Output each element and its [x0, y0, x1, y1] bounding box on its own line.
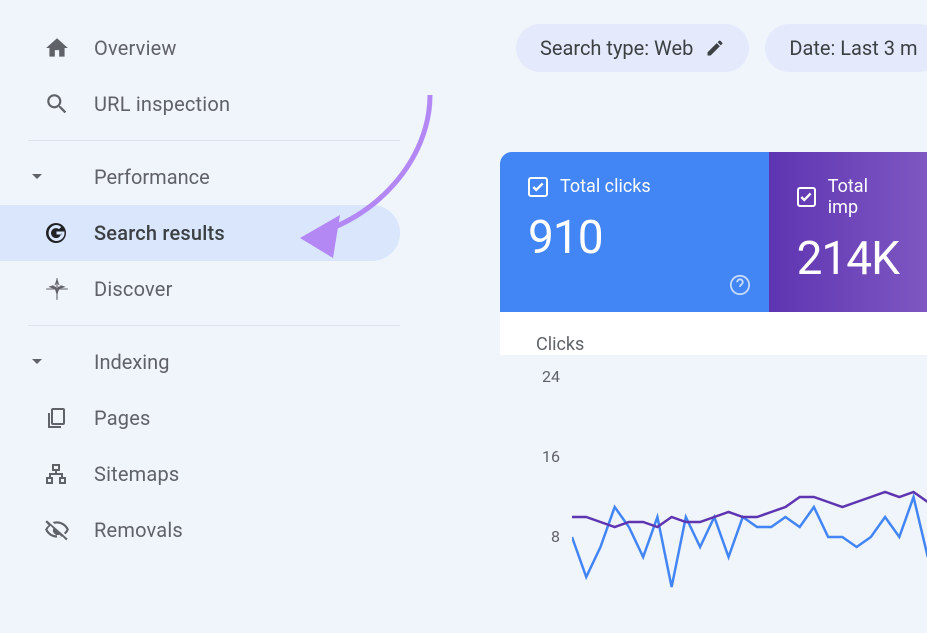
sidebar-item-discover[interactable]: Discover — [0, 261, 400, 317]
stat-value: 214K — [797, 232, 899, 286]
sidebar-item-overview[interactable]: Overview — [0, 20, 400, 76]
stat-value: 910 — [528, 211, 741, 265]
filter-search-type[interactable]: Search type: Web — [516, 24, 749, 72]
sidebar-item-label: Pages — [94, 406, 151, 430]
sidebar-item-label: Removals — [94, 518, 183, 542]
filter-date[interactable]: Date: Last 3 m — [765, 24, 927, 72]
stat-label: Total imp — [828, 176, 899, 218]
search-icon — [44, 91, 94, 117]
filter-chips: Search type: Web Date: Last 3 m — [516, 24, 927, 72]
divider — [28, 325, 400, 326]
chart-lines — [572, 362, 927, 622]
y-tick: 16 — [536, 447, 560, 466]
caret-down-icon — [30, 173, 44, 181]
sidebar-item-label: URL inspection — [94, 92, 230, 116]
stat-card-impressions[interactable]: Total imp 214K — [769, 152, 927, 312]
checkbox-checked-icon — [797, 187, 816, 207]
sidebar-item-pages[interactable]: Pages — [0, 390, 400, 446]
google-icon — [44, 221, 94, 245]
chip-label: Date: Last 3 m — [789, 36, 917, 60]
sidebar-item-label: Overview — [94, 36, 177, 60]
section-performance[interactable]: Performance — [0, 149, 400, 205]
divider — [28, 140, 400, 141]
stat-label: Total clicks — [560, 176, 651, 197]
sidebar-item-sitemaps[interactable]: Sitemaps — [0, 446, 400, 502]
sidebar-item-search-results[interactable]: Search results — [0, 205, 400, 261]
sidebar-item-url-inspection[interactable]: URL inspection — [0, 76, 400, 132]
removals-icon — [44, 517, 94, 543]
sidebar-item-removals[interactable]: Removals — [0, 502, 400, 558]
pages-icon — [44, 406, 94, 430]
edit-icon — [705, 38, 725, 58]
checkbox-checked-icon — [528, 177, 548, 197]
main-content: Search type: Web Date: Last 3 m Total cl… — [500, 0, 927, 359]
sidebar-item-label: Sitemaps — [94, 462, 179, 486]
y-tick: 8 — [536, 527, 560, 546]
caret-down-icon — [30, 358, 44, 366]
section-label: Performance — [94, 165, 210, 189]
chip-label: Search type: Web — [540, 36, 693, 60]
chart-title: Clicks — [536, 334, 917, 355]
home-icon — [44, 35, 94, 61]
section-label: Indexing — [94, 350, 169, 374]
sidebar: Overview URL inspection Performance Sear… — [0, 0, 400, 558]
discover-icon — [44, 276, 94, 302]
sidebar-item-label: Search results — [94, 221, 225, 245]
stats-row: Total clicks 910 Total imp 214K — [500, 152, 927, 312]
y-tick: 24 — [536, 367, 560, 386]
stat-card-clicks[interactable]: Total clicks 910 — [500, 152, 769, 312]
help-icon[interactable] — [729, 274, 751, 296]
sitemaps-icon — [44, 462, 94, 486]
chart-area: Clicks 24 16 8 — [500, 312, 927, 355]
section-indexing[interactable]: Indexing — [0, 334, 400, 390]
sidebar-item-label: Discover — [94, 277, 173, 301]
